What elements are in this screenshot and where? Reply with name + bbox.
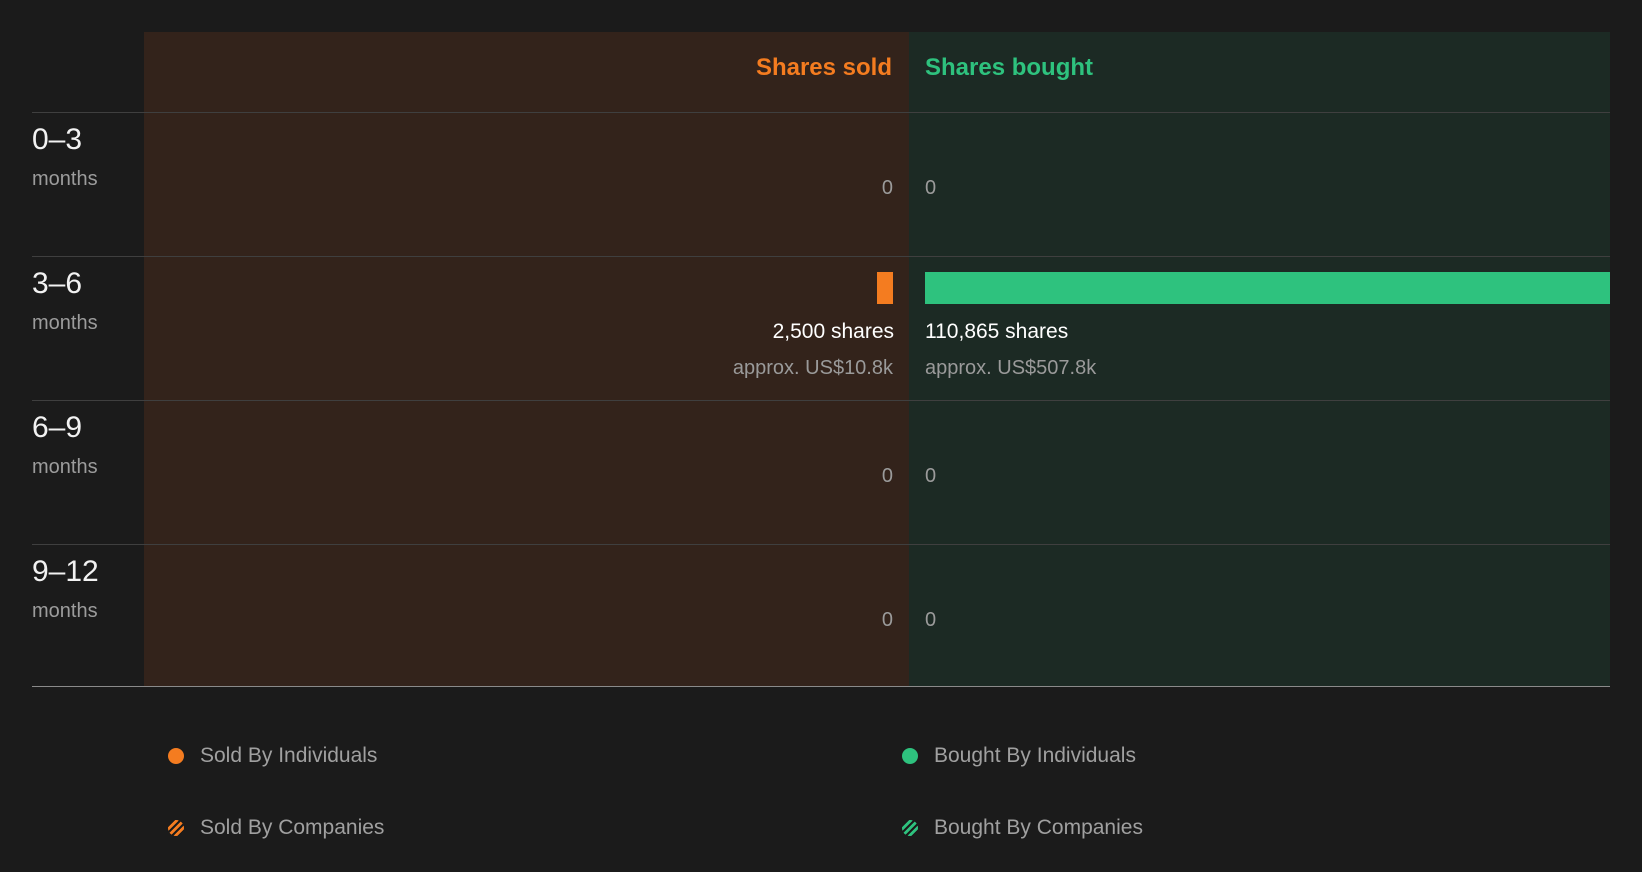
- sold-approx-label: approx. US$10.8k: [732, 357, 893, 379]
- legend-label: Sold By Companies: [200, 816, 385, 839]
- bought-bar: [925, 272, 1610, 304]
- bought-approx-label: approx. US$507.8k: [925, 357, 1097, 379]
- legend-label: Sold By Individuals: [200, 744, 378, 767]
- shares-bought-header: Shares bought: [925, 54, 1094, 81]
- period-unit: months: [32, 312, 98, 334]
- period-range: 9–12: [32, 555, 99, 588]
- sold-value-label: 0: [881, 177, 893, 199]
- legend-sold-individuals[interactable]: Sold By Individuals: [168, 744, 377, 768]
- legend-bought-companies[interactable]: Bought By Companies: [902, 816, 1143, 840]
- period-label-6-9: 6–9 months: [32, 411, 98, 479]
- period-unit: months: [32, 168, 98, 190]
- sold-shares-label: 2,500 shares: [772, 320, 894, 343]
- solid-orange-dot-icon: [168, 748, 184, 764]
- period-label-0-3: 0–3 months: [32, 123, 98, 191]
- shares-sold-header: Shares sold: [755, 54, 892, 81]
- row-divider: [32, 256, 1610, 257]
- row-divider: [32, 400, 1610, 401]
- legend-sold-companies[interactable]: Sold By Companies: [168, 816, 384, 840]
- sold-value-label: 0: [881, 609, 893, 631]
- period-range: 3–6: [32, 267, 83, 300]
- bought-value-label: 0: [925, 609, 937, 631]
- bought-shares-label: 110,865 shares: [925, 320, 1069, 343]
- solid-green-dot-icon: [902, 748, 918, 764]
- sold-bar: [876, 272, 893, 304]
- period-range: 6–9: [32, 411, 83, 444]
- period-label-3-6: 3–6 months: [32, 267, 98, 335]
- period-range: 0–3: [32, 123, 83, 156]
- sold-value-label: 0: [881, 465, 893, 487]
- legend-label: Bought By Companies: [934, 816, 1143, 839]
- legend-label: Bought By Individuals: [934, 744, 1136, 767]
- bought-value-label: 0: [925, 177, 937, 199]
- period-unit: months: [32, 600, 98, 622]
- period-unit: months: [32, 456, 98, 478]
- hatched-orange-dot-icon: [168, 820, 184, 836]
- hatched-green-dot-icon: [902, 820, 918, 836]
- row-divider: [32, 112, 1610, 113]
- period-label-9-12: 9–12 months: [32, 555, 99, 623]
- bought-value-label: 0: [925, 465, 937, 487]
- chart-baseline: [32, 686, 1610, 687]
- row-divider: [32, 544, 1610, 545]
- legend-bought-individuals[interactable]: Bought By Individuals: [902, 744, 1136, 768]
